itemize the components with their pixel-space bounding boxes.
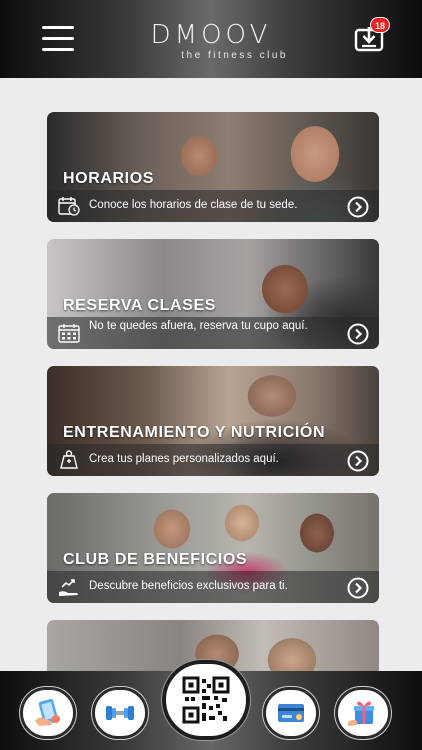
chevron-right-icon[interactable] [347, 196, 369, 218]
card-description: Descubre beneficios exclusivos para ti. [89, 580, 288, 592]
card-info-band: No te quedes afuera, reserva tu cupo aqu… [47, 317, 379, 349]
card-title: CLUB DE BENEFICIOS [63, 551, 248, 568]
brand-logo: DMOOV the fitness club [128, 22, 294, 61]
calendar-grid-icon [58, 323, 80, 343]
card-reserva-clases[interactable]: RESERVA CLASES No te quedes afuera, rese… [47, 239, 379, 349]
logo-tagline: the fitness club [181, 50, 288, 61]
top-header: DMOOV the fitness club 18 [0, 0, 422, 78]
card-info-band: Crea tus planes personalizados aquí. [47, 444, 379, 476]
card-club-beneficios[interactable]: CLUB DE BENEFICIOS Descubre beneficios e… [47, 493, 379, 603]
card-info-band: Conoce los horarios de clase de tu sede. [47, 190, 379, 222]
growth-hand-icon [58, 577, 78, 597]
gift-icon[interactable] [335, 687, 391, 739]
card-entrenamiento-nutricion[interactable]: ENTRENAMIENTO Y NUTRICIÓN Crea tus plane… [47, 366, 379, 476]
phone-hand-icon[interactable] [20, 687, 76, 739]
card-title: RESERVA CLASES [63, 297, 217, 314]
notification-badge: 18 [370, 17, 390, 33]
card-description: No te quedes afuera, reserva tu cupo aqu… [89, 320, 308, 332]
calendar-clock-icon [58, 196, 80, 216]
chevron-right-icon[interactable] [347, 323, 369, 345]
card-horarios[interactable]: HORARIOS Conoce los horarios de clase de… [47, 112, 379, 222]
dumbbell-icon[interactable] [92, 687, 148, 739]
hamburger-menu-icon[interactable] [42, 26, 74, 52]
logo-wordmark: DMOOV [150, 20, 272, 50]
card-title: HORARIOS [63, 170, 155, 187]
card-info-band: Descubre beneficios exclusivos para ti. [47, 571, 379, 603]
card-title: ENTRENAMIENTO Y NUTRICIÓN [63, 424, 326, 441]
card-description: Crea tus planes personalizados aquí. [89, 453, 279, 465]
chevron-right-icon[interactable] [347, 577, 369, 599]
card-payment-icon[interactable] [263, 687, 319, 739]
qr-code-icon[interactable] [162, 660, 250, 740]
card-description: Conoce los horarios de clase de tu sede. [89, 199, 298, 211]
chevron-right-icon[interactable] [347, 450, 369, 472]
weight-plate-icon [58, 450, 78, 470]
app-screen: DMOOV the fitness club 18 HORARIOS Conoc… [0, 0, 422, 750]
